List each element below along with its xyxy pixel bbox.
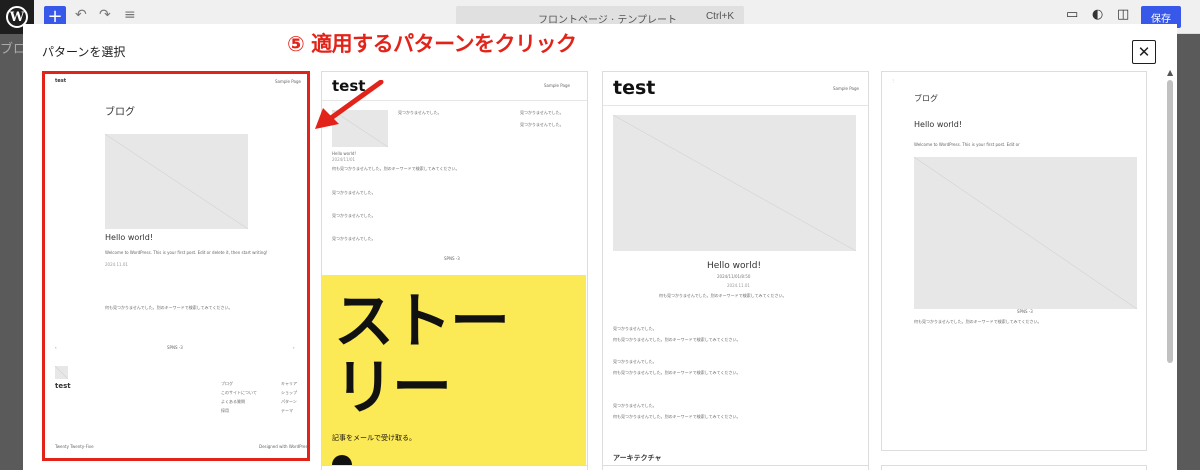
footer-logo-placeholder [55,366,68,379]
subscribe-text: 記事をメールで受け取る。 [332,434,416,442]
footer-site-title: test [55,382,71,390]
annotation-instruction: ⑤ 適用するパターンをクリック [287,32,577,56]
post-date: 2024.11.01 [727,283,750,288]
footer-link: ショップ [281,390,297,395]
nav-link: Sample Page [544,83,570,88]
story-heading: ストーリー [334,287,510,423]
pattern-card-5[interactable] [321,465,588,470]
post-title: Hello world! [914,120,963,129]
blog-heading: ブログ [914,94,938,103]
pagination-prev: ‹ [55,345,57,350]
nav-link: Sample Page [833,86,859,91]
pattern-card-3[interactable]: test Sample Page Hello world! 2024/11/01… [602,71,869,470]
featured-image-placeholder [613,115,856,251]
post-text: 見つかりませんでした。 [332,213,376,218]
post-meta: 2024/11/01/8:50 [717,274,751,279]
post-date: 2024.11.01 [105,262,128,267]
post-text: 何も見つかりませんでした。別のキーワードで検索してみてください。 [613,370,741,375]
footer-credit: Twenty Twenty-Five [55,444,94,449]
footer-link: テーマ [281,408,293,413]
post-meta: 2024/11/01 [332,157,356,162]
footer-credit-link: Designed with WordPress [259,444,310,449]
column-text: 見つかりませんでした。 [520,110,564,115]
device-preview-icon[interactable]: ▭ [1066,7,1078,22]
document-overview-icon[interactable]: ≡ [124,7,136,23]
nav-link: Sample Page [275,79,301,84]
no-results-text: 何も見つかりませんでした。別のキーワードで検索してみてください。 [659,293,787,298]
pagination-next: › [293,345,295,350]
site-title: test [613,77,656,99]
footer-link: よくある質問 [221,399,245,404]
post-text: 見つかりませんでした。 [613,326,657,331]
post-text: 何も見つかりませんでした。別のキーワードで検索してみてください。 [613,337,741,342]
section-heading: アーキテクチャ [613,454,662,462]
footer-link: 採用 [221,408,229,413]
post-text: 見つかりませんでした。 [613,359,657,364]
story-banner: ストーリー 記事をメールで受け取る。 [322,275,586,470]
pattern-card-7[interactable] [881,465,1147,470]
modal-title: パターンを選択 [42,45,126,59]
header-divider [603,105,868,106]
footer-link: パターン [281,399,297,404]
column-text: 見つかりませんでした。 [398,110,442,115]
annotation-arrow-icon [315,80,384,129]
post-text: 見つかりませんでした。 [613,403,657,408]
post-title: Hello world! [707,261,762,271]
post-title: Hello world! [332,151,357,156]
pattern-card-4[interactable]: ⋮ ブログ Hello world! Welcome to WordPress.… [881,71,1147,451]
close-icon: ✕ [1137,43,1151,61]
pagination: SPNS -3 [444,256,460,261]
no-results-text: 何も見つかりませんでした。別のキーワードで検索してみてください。 [914,319,1042,324]
footer-link: このサイトについて [221,390,257,395]
post-excerpt: Welcome to WordPress. This is your first… [105,250,268,255]
pattern-selector-modal: パターンを選択 ✕ ▲ test Sample Page ブログ Hello w… [23,24,1177,470]
post-excerpt: 何も見つかりませんでした。別のキーワードで検索してみてください。 [332,166,460,171]
post-title: Hello world! [105,233,154,242]
no-results-text: 何も見つかりませんでした。別のキーワードで検索してみてください。 [105,305,233,310]
post-excerpt: Welcome to WordPress. This is your first… [914,142,1020,147]
close-button[interactable]: ✕ [1132,40,1156,64]
pattern-card-2[interactable]: test Sample Page Hello world! 2024/11/01… [321,71,588,470]
modal-scrollbar[interactable]: ▲ [1166,68,1174,470]
footer-link: キャリア [281,381,297,386]
post-text: 見つかりませんでした。 [332,190,376,195]
pattern-card-6[interactable] [602,465,869,470]
scrollbar-thumb[interactable] [1167,80,1173,363]
menu-icon: ⋮ [891,78,895,83]
post-text: 何も見つかりませんでした。別のキーワードで検索してみてください。 [613,414,741,419]
featured-image-placeholder [105,134,248,229]
command-shortcut: Ctrl+K [705,11,734,22]
redo-icon[interactable]: ↷ [99,7,111,23]
site-title: test [55,78,67,84]
pagination: SPNS -3 [167,345,183,350]
undo-icon[interactable]: ↶ [75,7,87,23]
post-text: 見つかりませんでした。 [332,236,376,241]
pattern-card-1[interactable]: test Sample Page ブログ Hello world! Welcom… [42,71,310,461]
blog-heading: ブログ [105,107,135,118]
footer-link: ブログ [221,381,233,386]
settings-sidebar-icon[interactable]: ◫ [1117,7,1129,22]
column-text: 見つかりませんでした。 [520,122,564,127]
featured-image-placeholder [914,157,1137,309]
scroll-up-icon: ▲ [1167,68,1174,77]
styles-icon[interactable]: ◐ [1092,7,1103,22]
pagination: SPNS -3 [1017,309,1033,314]
